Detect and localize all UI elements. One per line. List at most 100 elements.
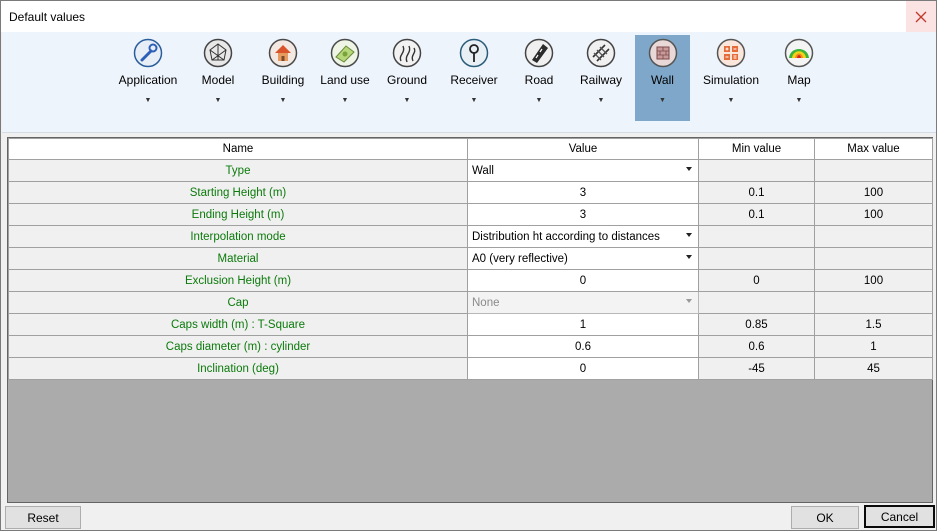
row-name: Material: [8, 247, 468, 270]
dropdown-arrow-icon: ▼: [279, 97, 287, 104]
starting-height-input[interactable]: 3: [467, 181, 699, 204]
wrench-icon: [133, 38, 163, 68]
properties-grid: Name Value Min value Max value Type Wall…: [7, 137, 933, 503]
ribbon-button-wall[interactable]: Wall ▼: [635, 35, 690, 121]
table-header-row: Name Value Min value Max value: [8, 138, 933, 160]
row-max: [814, 291, 933, 314]
ending-height-input[interactable]: 3: [467, 203, 699, 226]
row-name: Inclination (deg): [8, 357, 468, 380]
house-icon: [268, 38, 298, 68]
dropdown-arrow-icon: ▼: [795, 97, 803, 104]
dropdown-arrow-icon: ▼: [214, 97, 222, 104]
dropdown-arrow-icon: ▼: [535, 97, 543, 104]
dialog-window: Default values Application ▼ Model ▼ Bui…: [0, 0, 937, 531]
ribbon-button-road[interactable]: Road ▼: [510, 35, 568, 121]
dropdown-arrow-icon: ▼: [470, 97, 478, 104]
dropdown-arrow-icon: ▼: [144, 97, 152, 104]
row-value: Wall: [472, 164, 494, 177]
dropdown-arrow-icon: ▼: [403, 97, 411, 104]
dropdown-arrow-icon: ▼: [597, 97, 605, 104]
ribbon-label-receiver: Receiver: [450, 73, 498, 87]
row-min: 0.85: [698, 313, 815, 336]
row-max: 100: [814, 269, 933, 292]
ribbon-button-building[interactable]: Building ▼: [254, 35, 312, 121]
calculator-icon: [716, 38, 746, 68]
cap-select[interactable]: None: [467, 291, 699, 314]
row-name: Interpolation mode: [8, 225, 468, 248]
reset-button[interactable]: Reset: [5, 506, 81, 529]
ribbon-button-simulation[interactable]: Simulation ▼: [700, 35, 762, 121]
chevron-down-icon: [686, 255, 692, 259]
ribbon-label-ground: Ground: [386, 73, 428, 87]
type-select[interactable]: Wall: [467, 159, 699, 182]
interpolation-mode-select[interactable]: Distribution ht according to distances: [467, 225, 699, 248]
row-name: Ending Height (m): [8, 203, 468, 226]
column-header-name[interactable]: Name: [8, 138, 468, 160]
ribbon-button-railway[interactable]: Railway ▼: [572, 35, 630, 121]
ribbon-label-road: Road: [524, 73, 554, 87]
table-row: Exclusion Height (m) 0 0 100: [8, 269, 933, 292]
exclusion-height-input[interactable]: 0: [467, 269, 699, 292]
properties-table: Name Value Min value Max value Type Wall…: [8, 138, 933, 380]
receiver-icon: [459, 38, 489, 68]
column-header-value[interactable]: Value: [467, 138, 699, 160]
window-title: Default values: [9, 10, 86, 24]
row-name: Starting Height (m): [8, 181, 468, 204]
title-bar: Default values: [1, 1, 936, 32]
chevron-down-icon: [686, 167, 692, 171]
ribbon-label-map: Map: [787, 73, 811, 87]
row-min: [698, 247, 815, 270]
ok-button[interactable]: OK: [791, 506, 859, 529]
ribbon-button-map[interactable]: Map ▼: [770, 35, 828, 121]
ribbon-label-land-use: Land use: [320, 73, 370, 87]
landuse-icon: [330, 38, 360, 68]
ribbon-label-simulation: Simulation: [702, 73, 760, 87]
close-icon: [915, 11, 927, 22]
table-row: Caps diameter (m) : cylinder 0.6 0.6 1: [8, 335, 933, 358]
ribbon-button-land-use[interactable]: Land use ▼: [316, 35, 374, 121]
table-row: Starting Height (m) 3 0.1 100: [8, 181, 933, 204]
inclination-input[interactable]: 0: [467, 357, 699, 380]
close-button[interactable]: [906, 1, 936, 32]
row-name: Cap: [8, 291, 468, 314]
wall-icon: [648, 38, 677, 68]
row-max: 100: [814, 181, 933, 204]
ribbon-button-model[interactable]: Model ▼: [188, 35, 248, 121]
mesh-icon: [203, 38, 233, 68]
caps-width-input[interactable]: 1: [467, 313, 699, 336]
ribbon-label-building: Building: [261, 73, 305, 87]
ribbon-label-wall: Wall: [651, 73, 674, 87]
row-name: Type: [8, 159, 468, 182]
row-value: A0 (very reflective): [472, 252, 568, 265]
row-value: None: [472, 296, 500, 309]
ribbon-button-receiver[interactable]: Receiver ▼: [442, 35, 506, 121]
table-row: Interpolation mode Distribution ht accor…: [8, 225, 933, 248]
table-row: Material A0 (very reflective): [8, 247, 933, 270]
table-row: Caps width (m) : T-Square 1 0.85 1.5: [8, 313, 933, 336]
material-select[interactable]: A0 (very reflective): [467, 247, 699, 270]
dropdown-arrow-icon: ▼: [727, 97, 735, 104]
heatmap-icon: [784, 38, 814, 68]
cancel-button[interactable]: Cancel: [864, 505, 935, 528]
row-max: 1.5: [814, 313, 933, 336]
row-min: -45: [698, 357, 815, 380]
row-min: 0.6: [698, 335, 815, 358]
ribbon-label-model: Model: [201, 73, 235, 87]
dropdown-arrow-icon: ▼: [341, 97, 349, 104]
row-value: Distribution ht according to distances: [472, 230, 660, 243]
column-header-max[interactable]: Max value: [814, 138, 933, 160]
ribbon-label-railway: Railway: [579, 73, 622, 87]
row-max: 100: [814, 203, 933, 226]
ground-icon: [392, 38, 422, 68]
ribbon-label-application: Application: [118, 73, 178, 87]
row-name: Exclusion Height (m): [8, 269, 468, 292]
row-max: [814, 159, 933, 182]
row-max: 45: [814, 357, 933, 380]
row-min: 0.1: [698, 181, 815, 204]
column-header-min[interactable]: Min value: [698, 138, 815, 160]
row-max: [814, 247, 933, 270]
ribbon-button-application[interactable]: Application ▼: [115, 35, 181, 121]
ribbon-button-ground[interactable]: Ground ▼: [378, 35, 436, 121]
caps-diameter-input[interactable]: 0.6: [467, 335, 699, 358]
dropdown-arrow-icon: ▼: [659, 97, 666, 104]
